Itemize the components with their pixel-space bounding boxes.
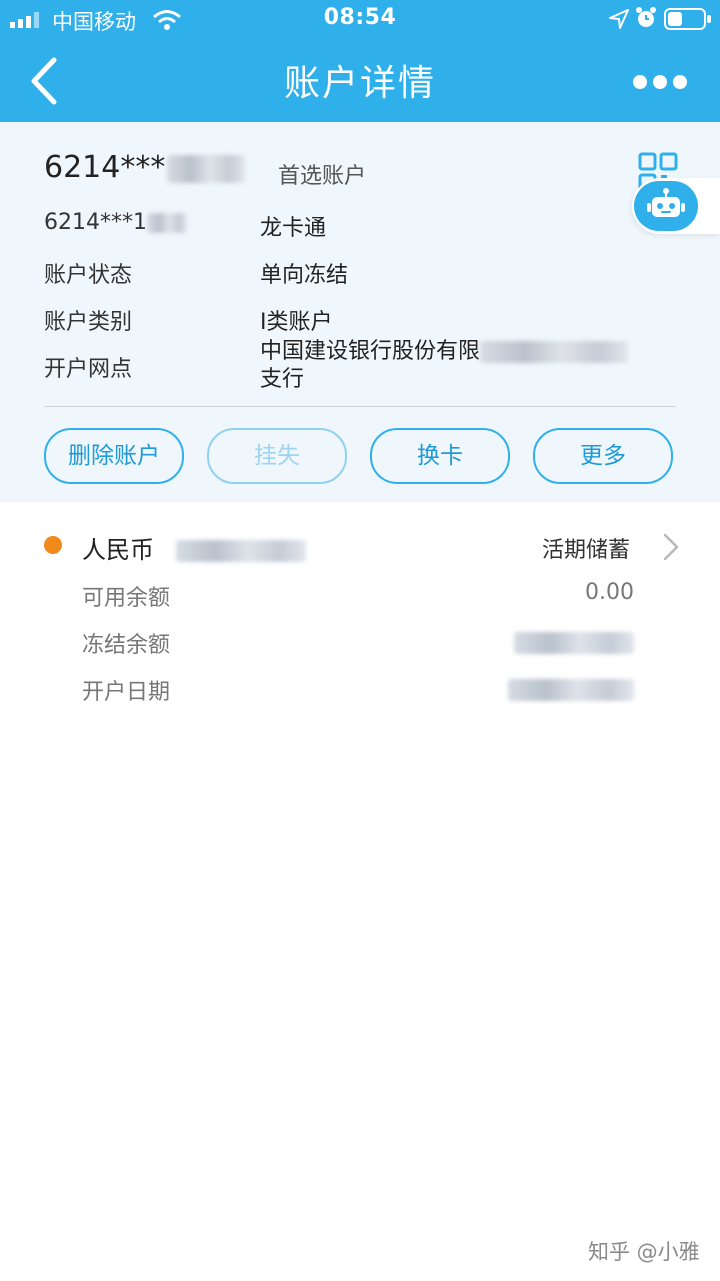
masked-branch <box>480 341 629 363</box>
category-label: 账户类别 <box>44 310 133 335</box>
open-date-value <box>508 677 634 702</box>
sub-account-type: 龙卡通 <box>260 216 327 241</box>
replace-card-button[interactable]: 换卡 <box>370 428 510 484</box>
top-bar: 中国移动 08:54 账户详情 <box>0 0 720 122</box>
status-label: 账户状态 <box>44 263 133 288</box>
status-value: 单向冻结 <box>260 263 349 288</box>
account-card: 6214*** 首选账户 6214***1 龙卡通 账户状态 单向冻结 账户类别… <box>0 122 720 502</box>
masked-digits <box>147 213 187 233</box>
sub-account-number: 6214***1 <box>44 210 187 235</box>
delete-account-button[interactable]: 删除账户 <box>44 428 184 484</box>
frozen-balance-label: 冻结余额 <box>82 633 171 658</box>
masked-digits <box>167 154 246 183</box>
location-icon <box>609 9 629 29</box>
page-title: 账户详情 <box>283 63 436 104</box>
watermark: 知乎 @小雅 <box>588 1240 700 1264</box>
account-type-label: 活期储蓄 <box>542 538 631 563</box>
alarm-icon <box>636 7 656 27</box>
account-number-text: 6214*** <box>44 150 166 185</box>
currency-dot-icon <box>44 536 62 554</box>
currency-text: 人民币 <box>82 536 154 564</box>
report-loss-button[interactable]: 挂失 <box>207 428 347 484</box>
available-balance-label: 可用余额 <box>82 586 171 611</box>
masked-balance <box>176 540 306 562</box>
robot-icon <box>634 181 698 231</box>
preferred-account-label: 首选账户 <box>278 164 367 189</box>
branch-line-1: 中国建设银行股份有限 <box>260 339 481 364</box>
category-value: I类账户 <box>260 310 333 335</box>
branch-value: 中国建设银行股份有限 支行 <box>260 338 629 394</box>
divider <box>44 406 676 407</box>
branch-label: 开户网点 <box>44 357 133 382</box>
frozen-balance-value <box>514 630 634 655</box>
currency-label: 人民币 <box>82 530 306 565</box>
battery-icon <box>664 8 711 30</box>
open-date-label: 开户日期 <box>82 680 171 705</box>
chevron-right-icon[interactable] <box>660 532 682 562</box>
status-bar: 中国移动 08:54 <box>0 0 720 40</box>
ellipsis-icon[interactable] <box>628 62 692 102</box>
branch-line-2: 支行 <box>260 367 305 392</box>
masked-open-date <box>508 679 634 701</box>
account-number: 6214*** <box>44 150 246 185</box>
nav-bar: 账户详情 <box>0 40 720 122</box>
assistant-robot-button[interactable] <box>632 178 720 234</box>
balance-section[interactable]: 人民币 活期储蓄 可用余额 0.00 冻结余额 开户日期 <box>0 502 720 722</box>
masked-frozen-balance <box>514 632 634 654</box>
more-button[interactable]: 更多 <box>533 428 673 484</box>
available-balance-value: 0.00 <box>585 580 634 605</box>
sub-account-number-text: 6214***1 <box>44 210 147 235</box>
